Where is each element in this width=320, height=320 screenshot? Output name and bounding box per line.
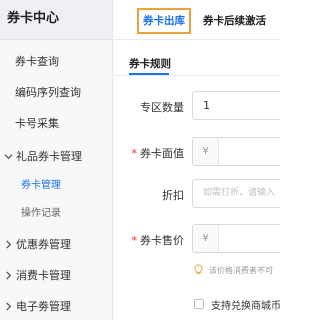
face-value-label-text: 券卡面值 — [140, 147, 184, 160]
main-content: 券卡出库 券卡后续激活 券卡规则 专区数量 1 * 券卡面值 ¥ 折扣 如需打折，… — [114, 0, 280, 320]
sidebar-item-card-query[interactable]: 券卡查询 — [0, 53, 112, 69]
sidebar: 券卡中心 券卡查询 编码序列查询 卡号采集 礼品券卡管理 券卡管理 操作记录 优… — [0, 0, 113, 320]
chevron-right-icon — [6, 239, 12, 249]
chevron-down-icon — [4, 153, 13, 159]
section-divider — [114, 75, 280, 76]
discount-label: 折扣 — [162, 189, 184, 202]
sidebar-group-e-voucher[interactable]: 电子劵管理 — [0, 298, 112, 314]
required-mark: * — [131, 147, 138, 160]
yen-prefix: ¥ — [193, 225, 219, 252]
face-value-label: * 券卡面值 — [114, 145, 185, 161]
tab-card-activation[interactable]: 券卡后续激活 — [203, 8, 266, 34]
sidebar-group-label: 优惠券管理 — [16, 238, 71, 251]
tab-card-outbound[interactable]: 券卡出库 — [137, 8, 191, 34]
required-mark: * — [131, 234, 138, 247]
sidebar-item-operation-log[interactable]: 操作记录 — [0, 204, 112, 219]
chevron-right-icon — [6, 270, 12, 280]
tab-bar: 券卡出库 券卡后续激活 — [114, 0, 280, 40]
sidebar-group-consumer-card[interactable]: 消费卡管理 — [0, 267, 112, 283]
sale-price-label: * 券卡售价 — [114, 232, 185, 248]
lightbulb-icon — [194, 264, 203, 275]
section-underline — [129, 73, 169, 75]
yen-prefix: ¥ — [193, 138, 219, 165]
price-hint: 该价格消费者不可 — [209, 266, 273, 275]
face-value-input[interactable]: ¥ — [192, 137, 280, 166]
exchange-checkbox-label[interactable]: 支持兑换商城币 — [211, 297, 280, 312]
sidebar-item-card-management[interactable]: 券卡管理 — [0, 176, 112, 191]
sidebar-group-gift-card[interactable]: 礼品券卡管理 — [0, 148, 112, 164]
sidebar-title: 券卡中心 — [0, 0, 112, 40]
discount-input[interactable]: 如需打折，请输入 — [192, 179, 280, 208]
sidebar-group-label: 消费卡管理 — [16, 269, 71, 282]
sale-price-label-text: 券卡售价 — [140, 234, 184, 247]
sale-price-input[interactable]: ¥ — [192, 224, 280, 253]
zone-count-label: 专区数量 — [140, 101, 184, 114]
sidebar-item-card-number-collect[interactable]: 卡号采集 — [0, 115, 112, 131]
sidebar-group-label: 礼品券卡管理 — [16, 150, 82, 163]
exchange-checkbox[interactable] — [194, 299, 204, 309]
chevron-right-icon — [6, 301, 12, 311]
section-title: 券卡规则 — [129, 58, 171, 70]
sidebar-group-label: 电子劵管理 — [16, 300, 71, 313]
zone-count-input[interactable]: 1 — [192, 91, 280, 120]
sidebar-item-code-sequence-query[interactable]: 编码序列查询 — [0, 84, 112, 100]
sidebar-group-coupon[interactable]: 优惠券管理 — [0, 236, 112, 252]
